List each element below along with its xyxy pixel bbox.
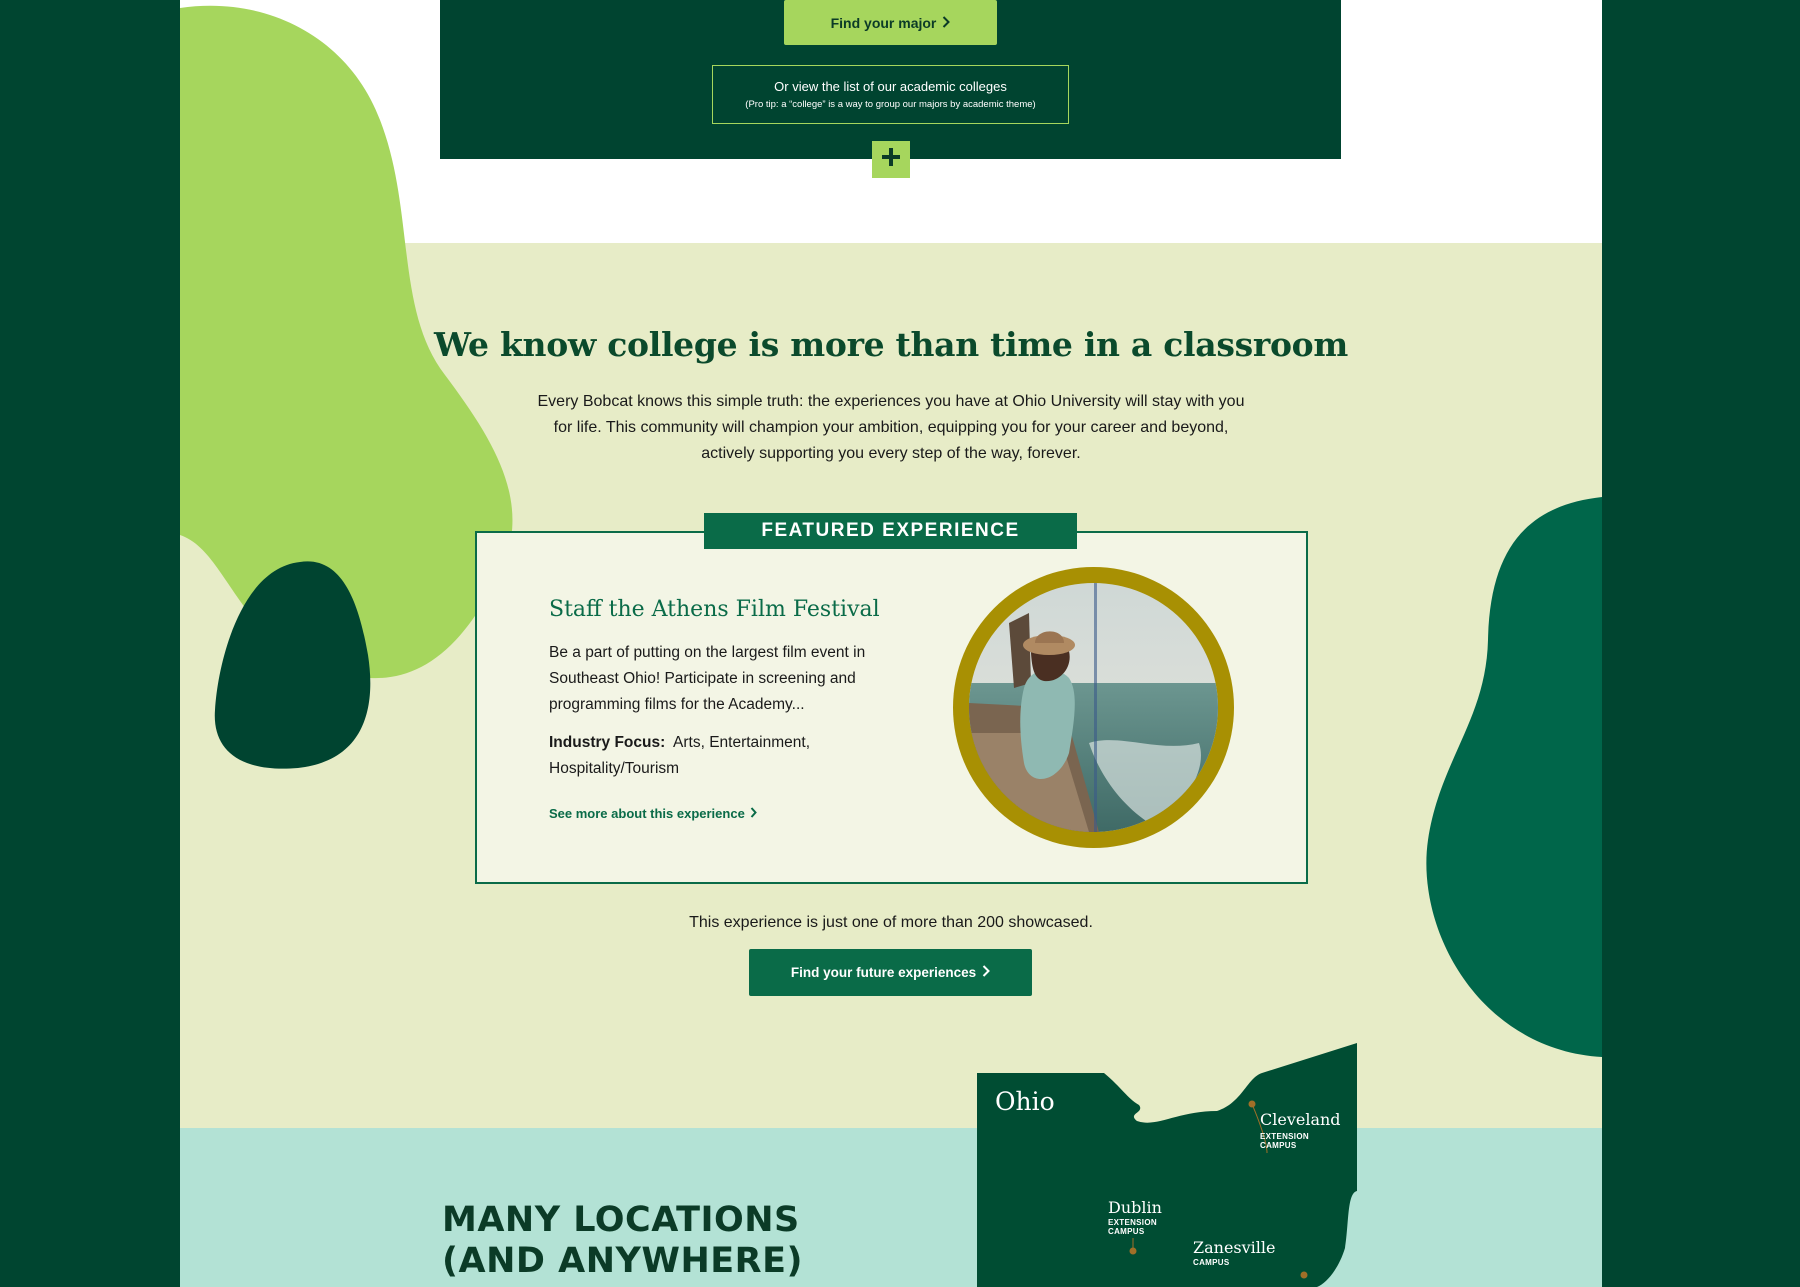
city-dublin-sub: EXTENSION CAMPUS	[1108, 1218, 1157, 1236]
city-cleveland-sub: EXTENSION CAMPUS	[1260, 1132, 1309, 1150]
find-major-button[interactable]: Find your major	[784, 0, 997, 45]
chevron-right-icon	[942, 15, 951, 31]
locations-section	[180, 1128, 1602, 1287]
city-cleveland-sub2: CAMPUS	[1260, 1141, 1297, 1150]
colleges-tip: (Pro tip: a “college” is a way to group …	[745, 99, 1036, 110]
find-future-experiences-button[interactable]: Find your future experiences	[749, 949, 1032, 996]
colleges-link[interactable]: Or view the list of our academic college…	[712, 65, 1069, 124]
city-zanesville-sub1: CAMPUS	[1193, 1258, 1230, 1267]
expand-button[interactable]	[872, 141, 910, 178]
find-major-label: Find your major	[830, 14, 937, 31]
featured-photo	[969, 583, 1218, 832]
find-future-experiences-label: Find your future experiences	[790, 965, 977, 980]
featured-description: Be a part of putting on the largest film…	[549, 644, 866, 713]
city-cleveland: Cleveland	[1260, 1110, 1341, 1129]
featured-experience-label: FEATURED EXPERIENCE	[704, 513, 1077, 549]
ohio-shape	[977, 1043, 1357, 1287]
experiences-body: Every Bobcat knows this simple truth: th…	[537, 393, 1245, 462]
city-zanesville: Zanesville	[1193, 1238, 1276, 1257]
locations-title-line2: (AND ANYWHERE)	[442, 1241, 803, 1281]
plus-icon	[880, 146, 902, 173]
featured-photo-frame	[953, 567, 1234, 848]
experiences-title: We know college is more than time in a c…	[433, 325, 1348, 364]
locations-title: MANY LOCATIONS (AND ANYWHERE)	[442, 1200, 803, 1282]
city-zanesville-sub: CAMPUS	[1193, 1258, 1229, 1267]
city-cleveland-sub1: EXTENSION	[1260, 1132, 1309, 1141]
zanesville-marker	[1300, 1271, 1308, 1279]
colleges-link-label: Or view the list of our academic college…	[774, 79, 1007, 94]
ohio-map	[977, 1043, 1357, 1287]
chevron-right-icon	[750, 806, 757, 821]
industry-focus: Industry Focus: Arts, Entertainment, Hos…	[549, 730, 869, 782]
city-dublin: Dublin	[1108, 1198, 1162, 1217]
see-more-label: See more about this experience	[549, 806, 745, 821]
showcase-text: This experience is just one of more than…	[689, 914, 1093, 931]
see-more-link[interactable]: See more about this experience	[549, 806, 757, 821]
featured-title: Staff the Athens Film Festival	[549, 597, 880, 622]
map-state-label: Ohio	[995, 1087, 1055, 1116]
industry-focus-label: Industry Focus:	[549, 734, 666, 751]
chevron-right-icon	[982, 965, 991, 980]
page-canvas: Find your major Or view the list of our …	[180, 0, 1602, 1287]
locations-title-line1: MANY LOCATIONS	[442, 1200, 800, 1240]
majors-panel: Find your major Or view the list of our …	[440, 0, 1341, 159]
city-dublin-sub1: EXTENSION	[1108, 1218, 1157, 1227]
city-dublin-sub2: CAMPUS	[1108, 1227, 1145, 1236]
